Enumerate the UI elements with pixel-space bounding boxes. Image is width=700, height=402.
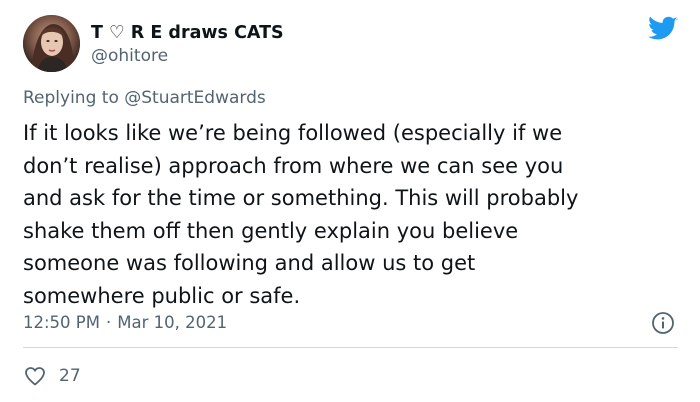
tweet-text-line: somewhere public or safe. <box>23 283 301 308</box>
tweet-text-line: shake them off then gently explain you b… <box>23 218 519 243</box>
avatar[interactable] <box>23 15 80 72</box>
heart-icon[interactable] <box>23 364 47 388</box>
tweet-time[interactable]: 12:50 PM <box>23 313 100 332</box>
divider <box>23 347 678 348</box>
avatar-image <box>23 15 80 72</box>
tweet-text-line: and ask for the time or something. This … <box>23 186 579 210</box>
tweet-date[interactable]: Mar 10, 2021 <box>117 313 227 332</box>
info-icon[interactable] <box>651 311 675 335</box>
reply-context: Replying to @StuartEdwards <box>23 87 266 109</box>
author-display-name[interactable]: T ♡ R E draws CATS <box>91 23 284 43</box>
meta-separator: · <box>105 313 112 332</box>
author-handle[interactable]: @ohitore <box>91 45 168 67</box>
author-name-row[interactable]: T ♡ R E draws CATS <box>91 21 284 45</box>
tweet-text-line: someone was following and allow us to ge… <box>23 251 476 275</box>
reply-prefix: Replying to <box>23 88 125 108</box>
twitter-bird-icon[interactable] <box>648 16 678 42</box>
like-count: 27 <box>59 366 81 386</box>
tweet-timestamp[interactable]: 12:50 PM · Mar 10, 2021 <box>23 312 227 334</box>
tweet-text-line: If it looks like we’re being followed (e… <box>23 121 563 145</box>
tweet-text-line: don’t realise) approach from where we ca… <box>23 153 564 178</box>
tweet-card: T ♡ R E draws CATS @ohitore Replying to … <box>0 0 700 402</box>
reply-mention-link[interactable]: @StuartEdwards <box>124 88 266 108</box>
like-action[interactable]: 27 <box>23 363 81 389</box>
tweet-text: If it looks like we’re being followed (e… <box>23 117 683 312</box>
